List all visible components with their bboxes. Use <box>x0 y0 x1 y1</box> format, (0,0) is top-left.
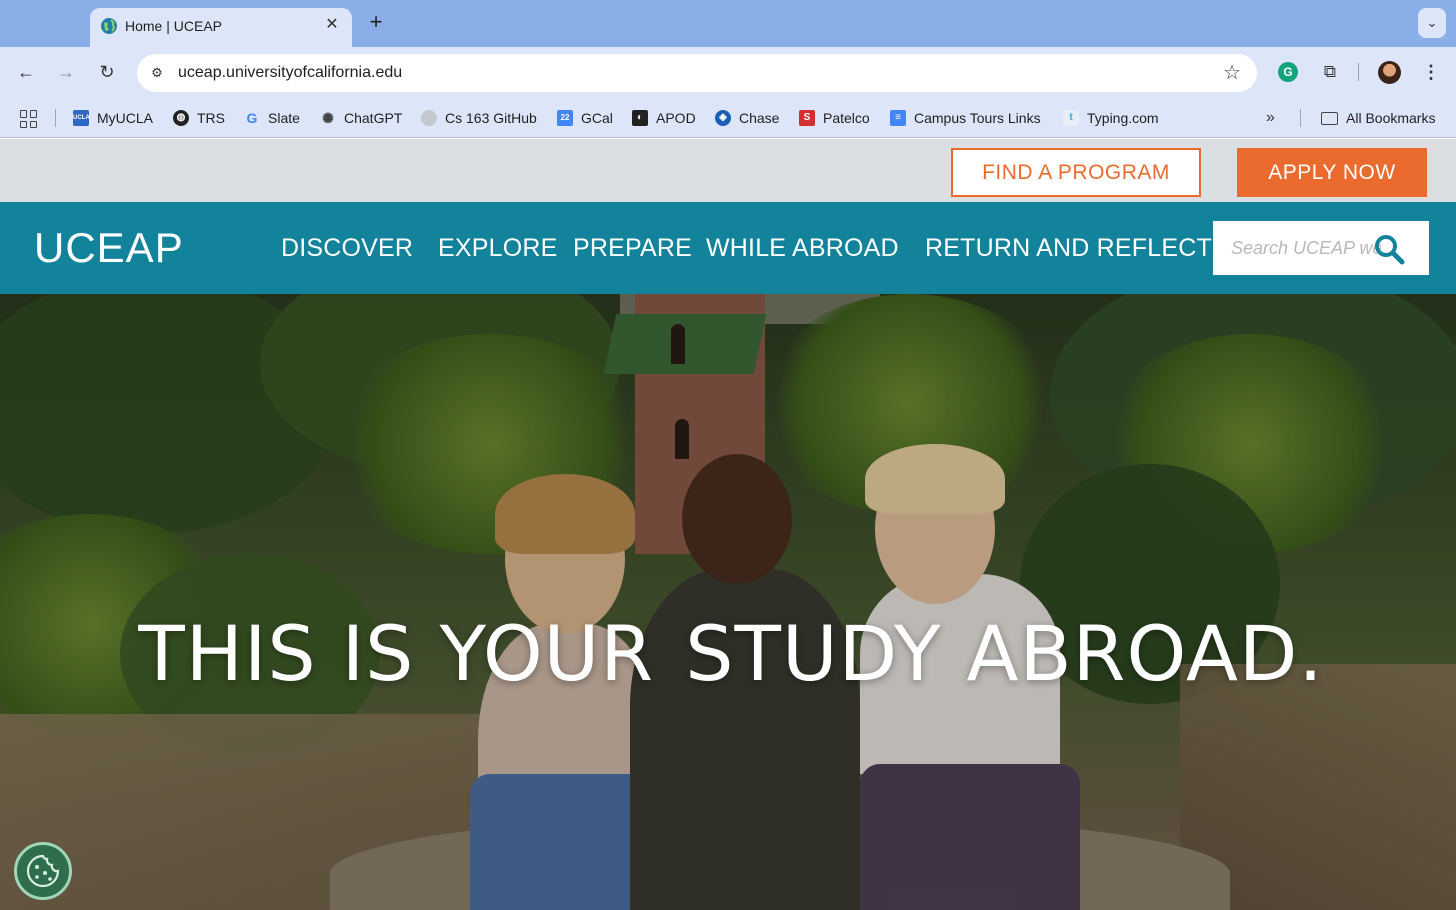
bookmark-chase[interactable]: ◈ Chase <box>715 108 779 128</box>
search-icon[interactable] <box>1373 233 1405 265</box>
hero-overlay <box>0 294 1456 910</box>
bookmark-myucla[interactable]: UCLA MyUCLA <box>73 108 153 128</box>
bookmark-label: MyUCLA <box>97 110 154 126</box>
folder-icon <box>1321 111 1338 125</box>
bookmark-label: GCal <box>581 110 613 126</box>
bookmark-label: TRS <box>197 110 225 126</box>
browser-menu-icon[interactable]: ⋮ <box>1421 60 1441 84</box>
bookmark-label: Chase <box>739 110 780 126</box>
hero-headline-part2: STUDY ABROAD. <box>685 609 1324 698</box>
nav-while-abroad[interactable]: WHILE ABROAD <box>706 233 899 263</box>
bookmark-label: Campus Tours Links <box>914 110 1041 126</box>
bookmark-label: ChatGPT <box>344 110 403 126</box>
bookmark-label: Slate <box>268 110 300 126</box>
github-icon <box>421 110 437 126</box>
close-tab-icon[interactable]: ✕ <box>322 15 342 35</box>
apps-grid-icon[interactable] <box>20 110 38 128</box>
cookie-icon <box>26 854 60 888</box>
patelco-icon: S <box>799 110 815 126</box>
google-icon: G <box>246 110 258 126</box>
new-tab-button[interactable]: + <box>364 11 388 35</box>
bookmark-label: Patelco <box>823 110 870 126</box>
reload-icon[interactable]: ↻ <box>95 60 119 84</box>
bookmark-apod[interactable]: ◐ APOD <box>632 108 696 128</box>
toolbar-divider <box>1358 63 1359 81</box>
extensions-puzzle-icon[interactable]: ⧉ <box>1318 60 1342 84</box>
chase-icon: ◈ <box>715 110 731 126</box>
browser-tabstrip: Home | UCEAP ✕ + ⌄ <box>0 0 1456 47</box>
hero-headline: THIS IS YOUR STUDY ABROAD. <box>0 612 1456 696</box>
grammarly-extension-icon[interactable]: G <box>1278 62 1298 82</box>
site-info-icon[interactable]: ⚙ <box>145 61 169 85</box>
bookmark-typing[interactable]: t Typing.com <box>1063 108 1159 128</box>
tab-title: Home | UCEAP <box>125 18 222 34</box>
nav-prepare[interactable]: PREPARE <box>573 233 692 263</box>
docs-icon: ≡ <box>890 110 906 126</box>
profile-avatar[interactable] <box>1378 61 1401 84</box>
openai-icon: ✺ <box>322 110 334 126</box>
back-icon[interactable]: ← <box>14 60 38 84</box>
find-a-program-button[interactable]: FIND A PROGRAM <box>951 148 1201 197</box>
bookmark-patelco[interactable]: S Patelco <box>799 108 870 128</box>
nav-explore[interactable]: EXPLORE <box>438 233 558 263</box>
tab-search-button[interactable]: ⌄ <box>1418 8 1446 38</box>
globe-icon: ◍ <box>173 110 189 126</box>
bookmark-label: APOD <box>656 110 696 126</box>
calendar-icon: 22 <box>557 110 573 126</box>
address-bar[interactable]: ⚙ uceap.universityofcalifornia.edu ☆ <box>137 54 1257 92</box>
search-input[interactable] <box>1231 235 1381 261</box>
bookmark-label: Typing.com <box>1087 110 1159 126</box>
nav-return-and-reflect[interactable]: RETURN AND REFLECT <box>925 233 1212 263</box>
all-bookmarks-folder[interactable]: All Bookmarks <box>1321 108 1435 128</box>
site-logo[interactable]: UCEAP <box>34 224 184 272</box>
bookmark-trs[interactable]: ◍ TRS <box>173 108 225 128</box>
hero-headline-part1: THIS IS YOUR <box>138 609 655 698</box>
typing-icon: t <box>1063 110 1079 126</box>
url-text[interactable]: uceap.universityofcalifornia.edu <box>178 63 402 83</box>
globe-icon <box>101 18 117 34</box>
nasa-icon: ◐ <box>632 110 648 126</box>
forward-icon[interactable]: → <box>54 60 78 84</box>
bookmark-cs163-github[interactable]: Cs 163 GitHub <box>421 108 537 128</box>
bookmark-star-icon[interactable]: ☆ <box>1223 61 1241 85</box>
browser-tab-active[interactable]: Home | UCEAP ✕ <box>90 8 352 47</box>
ucla-icon: UCLA <box>73 110 90 126</box>
bookmark-gcal[interactable]: 22 GCal <box>557 108 613 128</box>
cookie-settings-button[interactable] <box>14 842 72 900</box>
bookmark-chatgpt[interactable]: ✺ ChatGPT <box>320 108 402 128</box>
nav-discover[interactable]: DISCOVER <box>281 233 413 263</box>
bookmark-slate[interactable]: G Slate <box>244 108 300 128</box>
hero-banner: THIS IS YOUR STUDY ABROAD. <box>0 294 1456 910</box>
all-bookmarks-label: All Bookmarks <box>1346 110 1436 126</box>
more-bookmarks-chevron[interactable]: » <box>1266 108 1275 128</box>
bookmarks-divider <box>1300 109 1301 127</box>
chevron-down-icon: ⌄ <box>1426 15 1438 30</box>
bookmarks-divider <box>55 109 56 127</box>
apply-now-button[interactable]: APPLY NOW <box>1237 148 1427 197</box>
bookmark-label: Cs 163 GitHub <box>445 110 537 126</box>
bookmark-campus-tours[interactable]: ≡ Campus Tours Links <box>890 108 1041 128</box>
browser-toolbar: ← → ↻ ⚙ uceap.universityofcalifornia.edu… <box>0 47 1456 97</box>
